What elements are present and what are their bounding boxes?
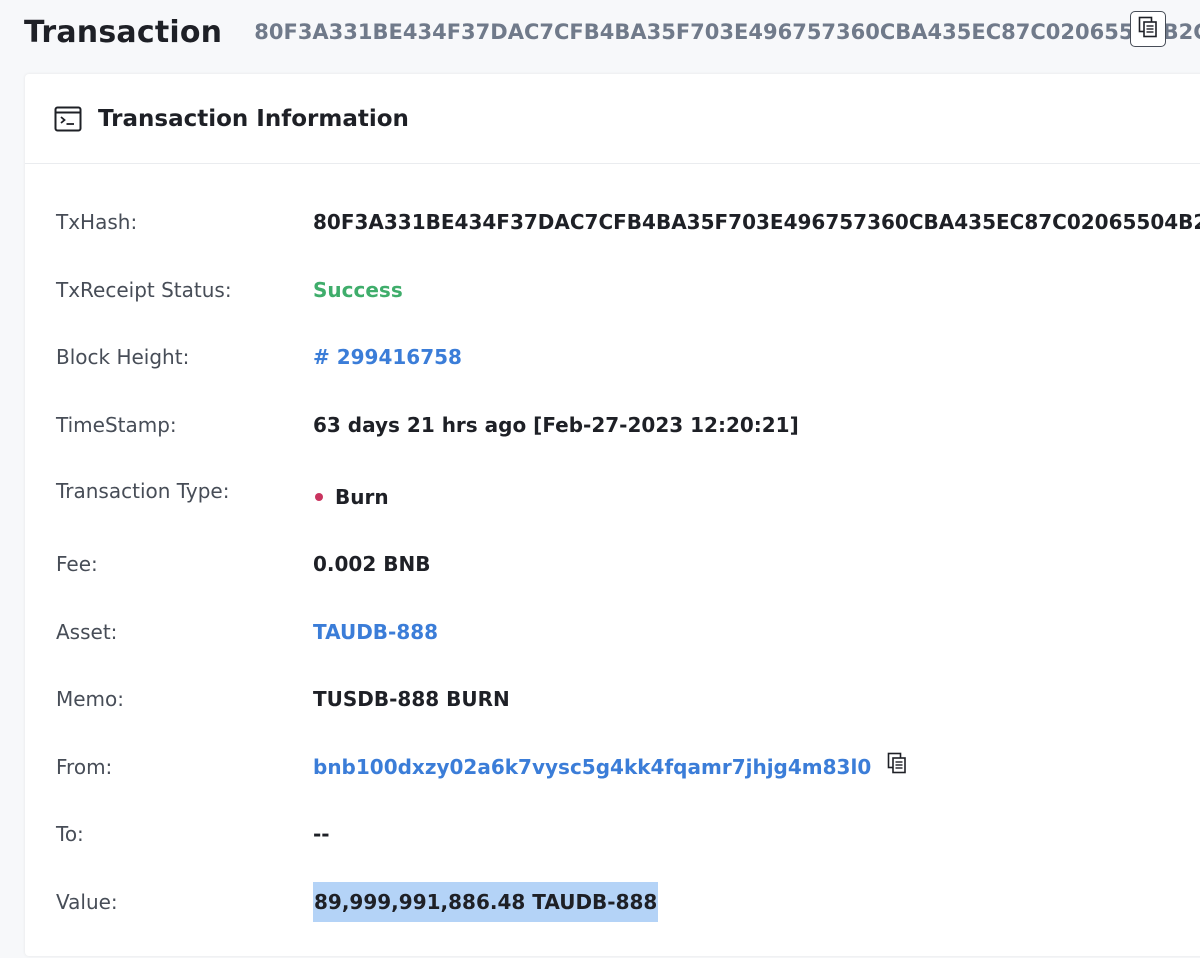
transaction-type-value-wrap: Burn [313, 477, 389, 517]
block-height-label: Block Height: [56, 345, 190, 369]
terminal-window-icon [54, 105, 82, 133]
memo-value: TUSDB-888 BURN [313, 687, 510, 711]
row-txhash: TxHash: 80F3A331BE434F37DAC7CFB4BA35F703… [25, 202, 1200, 242]
txhash-label: TxHash: [56, 210, 138, 234]
row-to: To: -- [25, 814, 1200, 854]
copy-icon [1138, 16, 1158, 42]
row-asset: Asset: TAUDB-888 [25, 612, 1200, 652]
row-from: From: bnb100dxzy02a6k7vysc5g4kk4fqamr7jh… [25, 747, 1200, 787]
row-memo: Memo: TUSDB-888 BURN [25, 679, 1200, 719]
status-label: TxReceipt Status: [56, 278, 232, 302]
to-value: -- [313, 822, 330, 846]
page-header: Transaction 80F3A331BE434F37DAC7CFB4BA35… [24, 0, 1200, 64]
row-value: Value: 89,999,991,886.48 TAUDB-888 [25, 882, 1200, 922]
from-address-link[interactable]: bnb100dxzy02a6k7vysc5g4kk4fqamr7jhjg4m83… [313, 747, 871, 787]
status-value: Success [313, 278, 403, 302]
transaction-type-label: Transaction Type: [56, 479, 230, 503]
value-amount: 89,999,991,886.48 TAUDB-888 [313, 882, 659, 922]
row-timestamp: TimeStamp: 63 days 21 hrs ago [Feb-27-20… [25, 405, 1200, 445]
asset-label: Asset: [56, 620, 118, 644]
block-height-link[interactable]: # 299416758 [313, 337, 462, 377]
transaction-type-value: Burn [335, 485, 389, 509]
row-block-height: Block Height: # 299416758 [25, 337, 1200, 377]
from-label: From: [56, 755, 113, 779]
value-label: Value: [56, 890, 118, 914]
status-dot-icon [315, 493, 323, 501]
memo-label: Memo: [56, 687, 125, 711]
row-transaction-type: Transaction Type: Burn [25, 471, 1200, 511]
transaction-info-card: Transaction Information TxHash: 80F3A331… [25, 74, 1200, 956]
copy-icon [887, 747, 907, 787]
timestamp-label: TimeStamp: [56, 413, 177, 437]
from-value-wrap: bnb100dxzy02a6k7vysc5g4kk4fqamr7jhjg4m83… [313, 747, 909, 787]
header-transaction-hash[interactable]: 80F3A331BE434F37DAC7CFB4BA35F703E4967573… [254, 20, 1200, 44]
page-title: Transaction [24, 14, 223, 50]
copy-hash-button[interactable] [1130, 11, 1166, 47]
timestamp-value: 63 days 21 hrs ago [Feb-27-2023 12:20:21… [313, 413, 799, 437]
card-title: Transaction Information [98, 105, 409, 132]
copy-address-button[interactable] [885, 752, 909, 779]
row-fee: Fee: 0.002 BNB [25, 544, 1200, 584]
fee-label: Fee: [56, 552, 98, 576]
transaction-page: Transaction 80F3A331BE434F37DAC7CFB4BA35… [0, 0, 1200, 958]
to-label: To: [56, 822, 84, 846]
value-amount-wrap: 89,999,991,886.48 TAUDB-888 [313, 882, 659, 922]
txhash-value: 80F3A331BE434F37DAC7CFB4BA35F703E4967573… [313, 210, 1200, 234]
card-header: Transaction Information [25, 74, 1200, 164]
asset-link[interactable]: TAUDB-888 [313, 612, 438, 652]
fee-value: 0.002 BNB [313, 552, 431, 576]
row-status: TxReceipt Status: Success [25, 270, 1200, 310]
